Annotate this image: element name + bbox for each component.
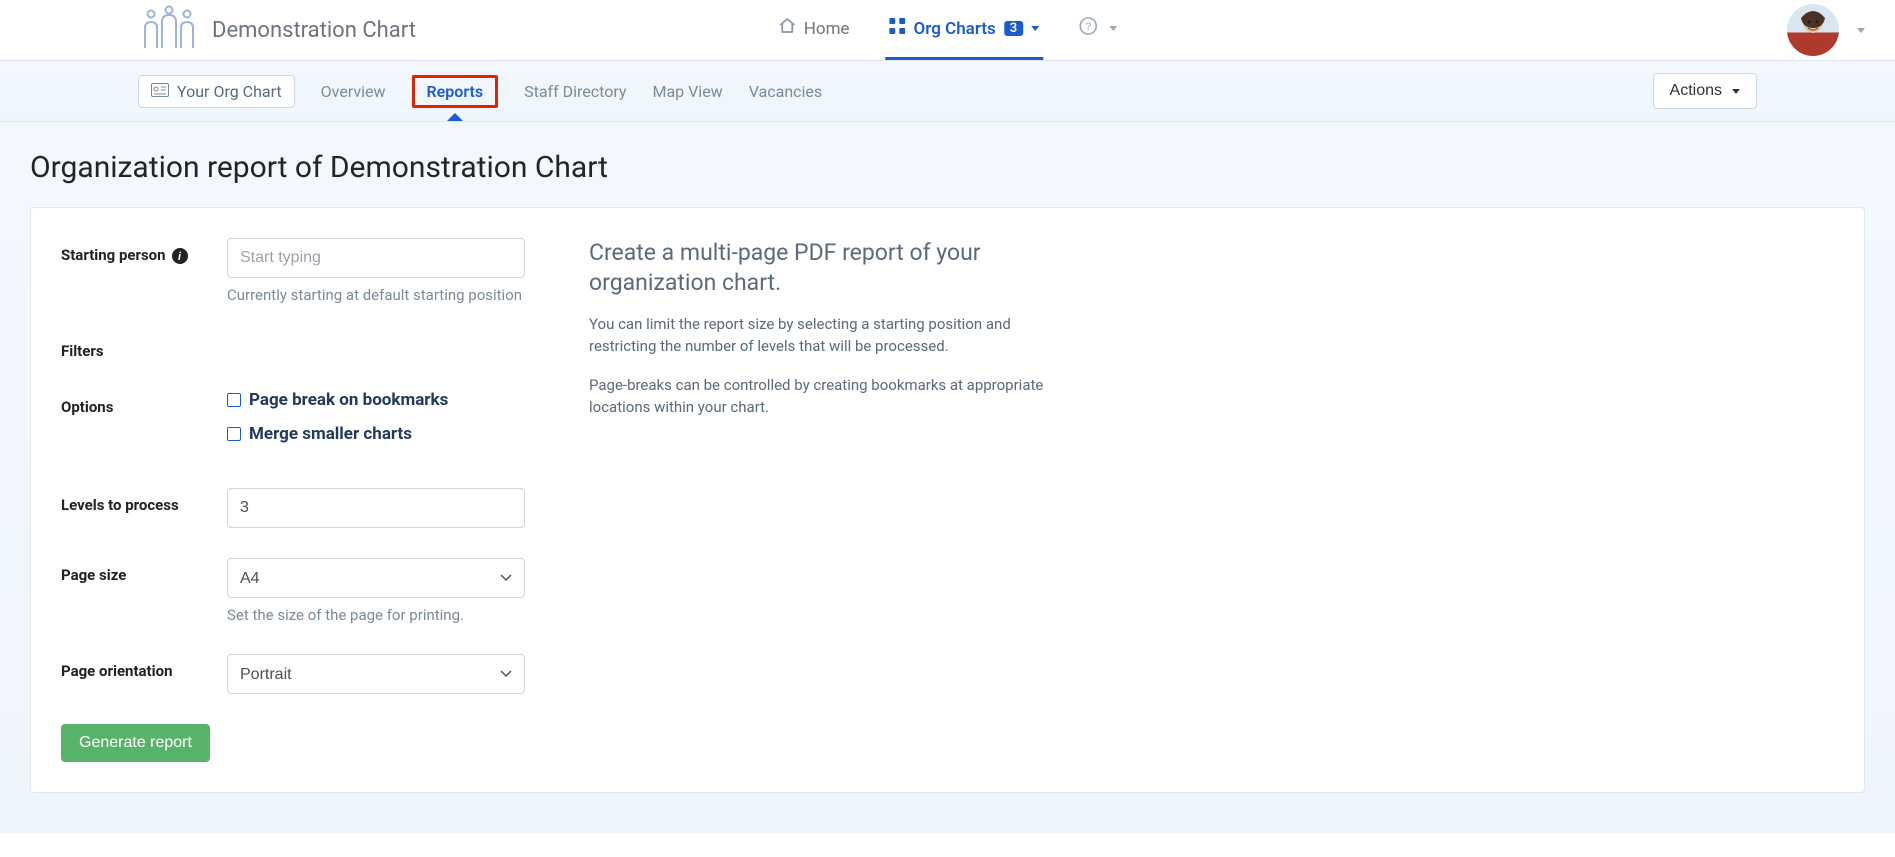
report-form: Starting person i Currently starting at … xyxy=(61,238,553,762)
org-chart-icon xyxy=(138,4,200,56)
orientation-select[interactable]: Portrait xyxy=(227,654,525,694)
chevron-down-icon xyxy=(1732,89,1740,94)
starting-person-help: Currently starting at default starting p… xyxy=(227,286,553,304)
report-card: Starting person i Currently starting at … xyxy=(30,207,1865,793)
actions-label: Actions xyxy=(1670,82,1722,100)
generate-report-button[interactable]: Generate report xyxy=(61,724,210,762)
info-paragraph: Page-breaks can be controlled by creatin… xyxy=(589,375,1045,419)
nav-home[interactable]: Home xyxy=(774,0,854,60)
tab-label: Map View xyxy=(652,82,722,101)
filters-label: Filters xyxy=(61,334,227,360)
pagesize-label: Page size xyxy=(61,558,227,624)
home-icon xyxy=(778,17,796,40)
page-body: Organization report of Demonstration Cha… xyxy=(0,122,1895,833)
chevron-down-icon[interactable] xyxy=(1857,28,1865,33)
page-title: Organization report of Demonstration Cha… xyxy=(30,150,1865,185)
pagesize-help: Set the size of the page for printing. xyxy=(227,606,553,624)
help-icon: ? xyxy=(1079,17,1097,40)
info-paragraph: You can limit the report size by selecti… xyxy=(589,314,1045,358)
sub-navbar: Your Org Chart Overview Reports Staff Di… xyxy=(0,60,1895,122)
grid-icon xyxy=(890,18,906,39)
tab-overview[interactable]: Overview xyxy=(321,82,386,101)
top-navbar: Demonstration Chart Home Org Charts 3 ? xyxy=(0,0,1895,60)
checkbox-page-break[interactable]: Page break on bookmarks xyxy=(227,390,553,410)
tab-staff-directory[interactable]: Staff Directory xyxy=(524,82,626,101)
info-title: Create a multi-page PDF report of your o… xyxy=(589,238,1045,298)
brand-title: Demonstration Chart xyxy=(212,18,416,43)
info-panel: Create a multi-page PDF report of your o… xyxy=(589,238,1045,762)
actions-button[interactable]: Actions xyxy=(1653,73,1757,109)
info-icon[interactable]: i xyxy=(172,248,188,264)
id-card-icon xyxy=(151,82,169,101)
nav-orgcharts[interactable]: Org Charts 3 xyxy=(886,0,1044,60)
tab-label: Reports xyxy=(427,82,484,101)
orgcharts-count-badge: 3 xyxy=(1004,21,1023,36)
nav-orgcharts-label: Org Charts xyxy=(914,19,996,39)
options-label: Options xyxy=(61,390,227,458)
user-avatar[interactable] xyxy=(1787,4,1839,56)
tab-reports[interactable]: Reports xyxy=(412,75,499,108)
chart-tabs: Your Org Chart Overview Reports Staff Di… xyxy=(138,75,822,108)
brand: Demonstration Chart xyxy=(138,4,416,56)
levels-label: Levels to process xyxy=(61,488,227,528)
checkbox-icon xyxy=(227,427,241,441)
top-right-controls xyxy=(1787,4,1865,56)
chevron-down-icon xyxy=(1031,26,1039,31)
tab-map-view[interactable]: Map View xyxy=(652,82,722,101)
pagesize-select[interactable]: A4 xyxy=(227,558,525,598)
svg-text:?: ? xyxy=(1085,21,1091,33)
chevron-down-icon xyxy=(1109,26,1117,31)
checkbox-merge-smaller[interactable]: Merge smaller charts xyxy=(227,424,553,444)
checkbox-label: Merge smaller charts xyxy=(249,424,412,444)
nav-home-label: Home xyxy=(804,19,850,39)
starting-person-input[interactable] xyxy=(227,238,525,278)
tab-label: Your Org Chart xyxy=(177,82,282,101)
levels-input[interactable] xyxy=(227,488,525,528)
checkbox-icon xyxy=(227,393,241,407)
tab-label: Overview xyxy=(321,82,386,101)
orientation-label: Page orientation xyxy=(61,654,227,694)
checkbox-label: Page break on bookmarks xyxy=(249,390,448,410)
tab-vacancies[interactable]: Vacancies xyxy=(749,82,822,101)
tab-label: Staff Directory xyxy=(524,82,626,101)
tab-your-org-chart[interactable]: Your Org Chart xyxy=(138,75,295,108)
tab-label: Vacancies xyxy=(749,82,822,101)
starting-person-label: Starting person i xyxy=(61,238,227,304)
primary-nav: Home Org Charts 3 ? xyxy=(774,0,1121,60)
nav-help[interactable]: ? xyxy=(1075,0,1121,60)
